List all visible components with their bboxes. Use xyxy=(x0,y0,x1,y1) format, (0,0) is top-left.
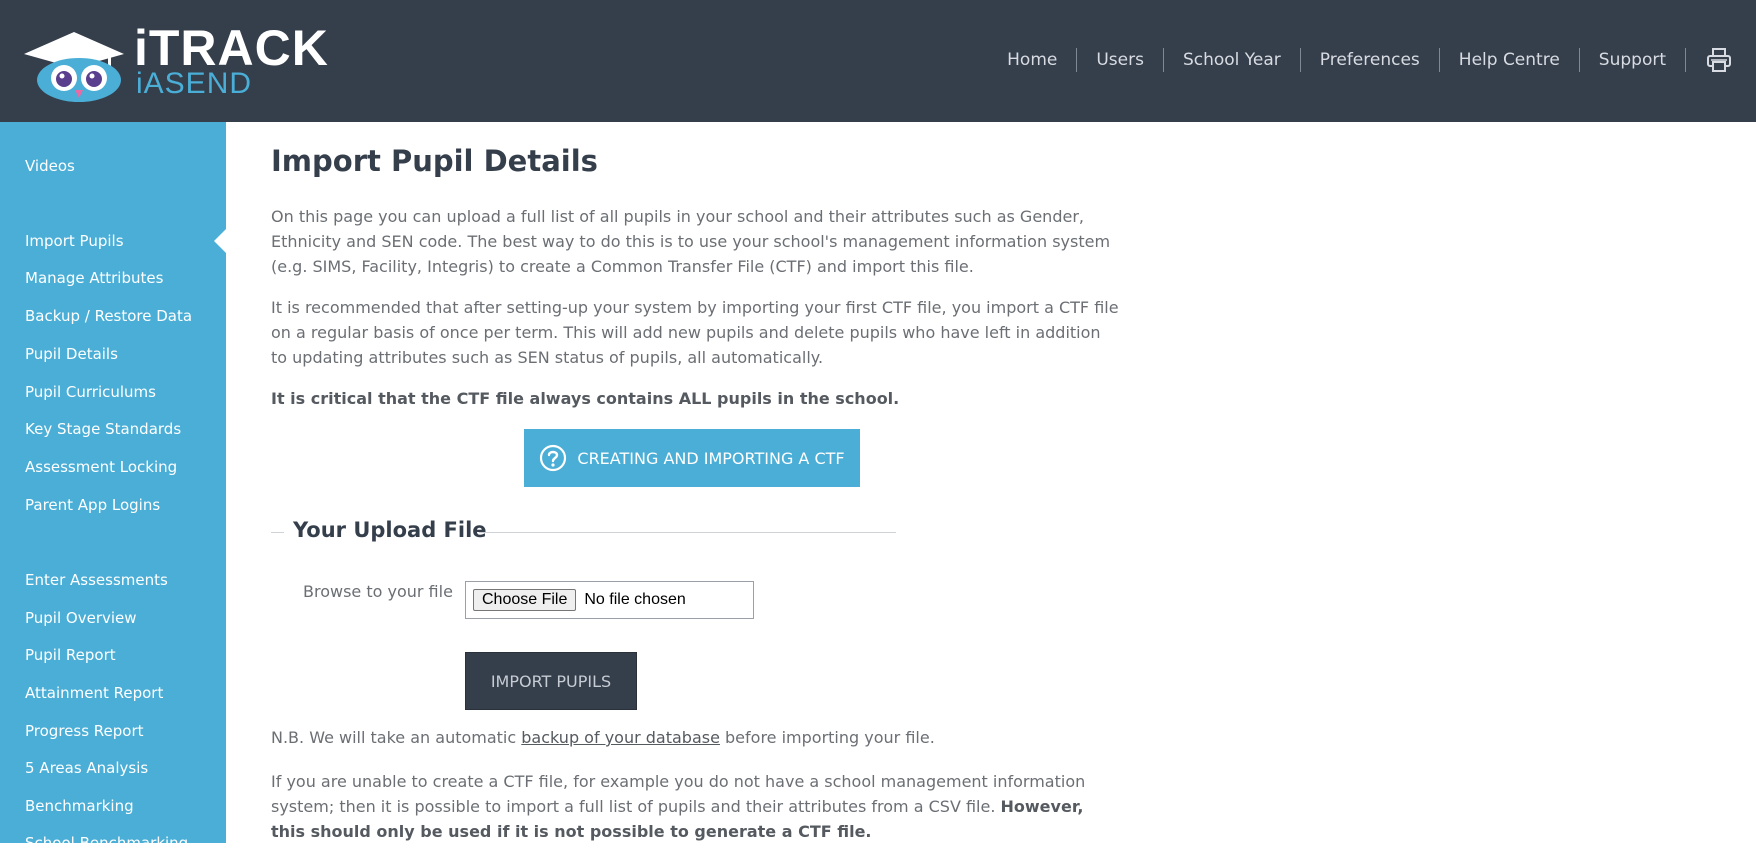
logo-text-iasend: iASEND xyxy=(136,67,253,100)
nav-preferences[interactable]: Preferences xyxy=(1301,48,1440,72)
sidebar-item-enter-assessments[interactable]: Enter Assessments xyxy=(25,570,168,590)
ctf-button-label: CREATING AND IMPORTING A CTF xyxy=(577,448,845,468)
sidebar-item-pupil-overview[interactable]: Pupil Overview xyxy=(25,608,137,628)
sidebar-item-attainment-report[interactable]: Attainment Report xyxy=(25,683,163,703)
sidebar-item-videos[interactable]: Videos xyxy=(25,156,75,176)
owl-logo-icon xyxy=(24,32,124,102)
intro-paragraph: On this page you can upload a full list … xyxy=(271,207,1111,276)
top-header: iTRACK iASEND Home Users School Year Pre… xyxy=(0,0,1756,122)
recommendation-paragraph: It is recommended that after setting-up … xyxy=(271,298,1119,367)
sidebar: Videos Import Pupils Manage Attributes B… xyxy=(0,122,226,852)
heading-rule-right xyxy=(479,532,896,533)
import-pupils-button[interactable]: IMPORT PUPILS xyxy=(465,652,637,710)
sidebar-item-progress-report[interactable]: Progress Report xyxy=(25,721,144,741)
backup-note-suffix: before importing your file. xyxy=(719,728,935,747)
top-navigation: Home Users School Year Preferences Help … xyxy=(988,40,1732,80)
sidebar-item-pupil-curriculums[interactable]: Pupil Curriculums xyxy=(25,382,156,402)
heading-rule-left xyxy=(271,532,284,533)
nav-home[interactable]: Home xyxy=(988,48,1078,72)
upload-heading-text: Your Upload File xyxy=(293,518,487,542)
upload-section-heading: Your Upload File xyxy=(271,514,896,544)
sidebar-item-backup-restore[interactable]: Backup / Restore Data xyxy=(25,306,192,326)
page-title: Import Pupil Details xyxy=(271,144,598,178)
nav-help-centre[interactable]: Help Centre xyxy=(1440,48,1580,72)
sidebar-item-pupil-report[interactable]: Pupil Report xyxy=(25,645,116,665)
sidebar-item-school-benchmarking[interactable]: School Benchmarking xyxy=(25,833,188,853)
nav-school-year[interactable]: School Year xyxy=(1164,48,1301,72)
csv-paragraph-text: If you are unable to create a CTF file, … xyxy=(271,772,1086,816)
itrack-logo[interactable]: iTRACK iASEND xyxy=(24,20,384,104)
help-question-icon xyxy=(539,444,567,472)
sidebar-item-benchmarking[interactable]: Benchmarking xyxy=(25,796,134,816)
critical-notice: It is critical that the CTF file always … xyxy=(271,389,900,408)
browse-label: Browse to your file xyxy=(303,582,453,601)
choose-file-button[interactable]: Choose File xyxy=(473,589,577,611)
creating-importing-ctf-button[interactable]: CREATING AND IMPORTING A CTF xyxy=(524,429,860,487)
sidebar-item-key-stage-standards[interactable]: Key Stage Standards xyxy=(25,419,181,439)
file-input[interactable]: Choose File No file chosen xyxy=(465,581,754,619)
nav-users[interactable]: Users xyxy=(1077,48,1164,72)
print-button[interactable] xyxy=(1686,47,1732,73)
sidebar-item-manage-attributes[interactable]: Manage Attributes xyxy=(25,268,163,288)
sidebar-item-pupil-details[interactable]: Pupil Details xyxy=(25,344,118,364)
nav-support[interactable]: Support xyxy=(1580,48,1686,72)
printer-icon xyxy=(1707,48,1731,72)
active-item-marker xyxy=(214,229,226,253)
backup-note: N.B. We will take an automatic backup of… xyxy=(271,728,935,747)
sidebar-item-assessment-locking[interactable]: Assessment Locking xyxy=(25,457,177,477)
sidebar-item-import-pupils[interactable]: Import Pupils xyxy=(25,231,124,251)
csv-paragraph: If you are unable to create a CTF file, … xyxy=(271,769,1121,844)
sidebar-item-parent-app-logins[interactable]: Parent App Logins xyxy=(25,495,160,515)
no-file-chosen-text: No file chosen xyxy=(584,591,686,608)
sidebar-item-5-areas-analysis[interactable]: 5 Areas Analysis xyxy=(25,758,148,778)
backup-database-link[interactable]: backup of your database xyxy=(521,728,720,747)
backup-note-prefix: N.B. We will take an automatic xyxy=(271,728,522,747)
